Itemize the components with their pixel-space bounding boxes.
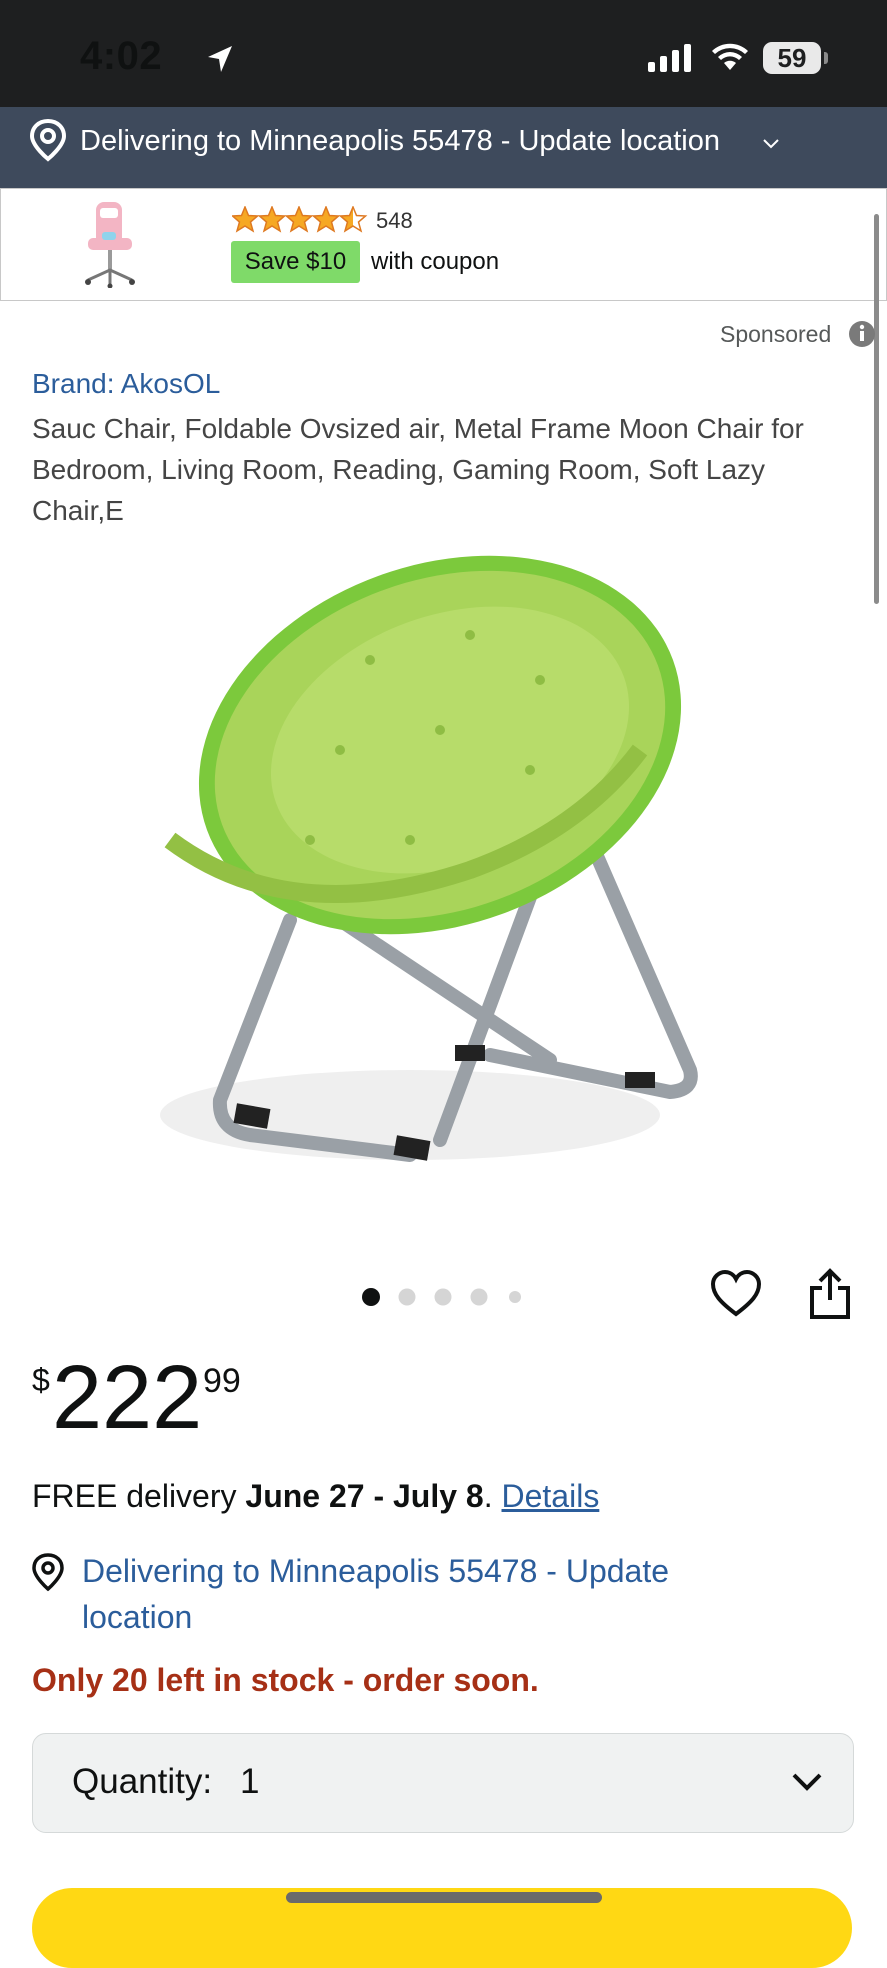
coupon-badge: Save $10: [231, 241, 360, 283]
delivery-dates: June 27 - July 8: [245, 1478, 484, 1514]
delivery-banner-text[interactable]: Delivering to Minneapolis 55478 - Update…: [80, 125, 720, 158]
delivery-prefix: FREE delivery: [32, 1478, 246, 1514]
quantity-label: Quantity:: [72, 1762, 213, 1801]
location-arrow-icon: [208, 46, 232, 72]
product-image[interactable]: [110, 540, 780, 1200]
stock-status: Only 20 left in stock - order soon.: [32, 1662, 539, 1698]
status-time: 4:02: [80, 34, 163, 78]
delivery-info: FREE delivery June 27 - July 8. Details: [32, 1478, 599, 1515]
brand-link[interactable]: Brand: AkosOL: [32, 368, 220, 400]
sponsored-label: Sponsored: [720, 321, 832, 347]
info-icon[interactable]: [848, 320, 876, 348]
share-icon[interactable]: [808, 1268, 852, 1320]
location-pin-icon: [29, 118, 67, 162]
delivery-suffix: .: [483, 1478, 502, 1514]
price-whole: 222: [52, 1348, 203, 1448]
image-carousel-dots[interactable]: [362, 1285, 532, 1309]
chevron-down-icon: [763, 139, 779, 149]
battery-tip: [824, 52, 828, 64]
heart-icon[interactable]: [710, 1270, 762, 1318]
scrollbar[interactable]: [874, 214, 879, 604]
delivery-location-link[interactable]: Delivering to Minneapolis 55478 - Update…: [82, 1548, 782, 1640]
quantity-value[interactable]: 1: [240, 1762, 259, 1802]
chevron-down-icon: [792, 1773, 822, 1791]
details-link[interactable]: Details: [502, 1478, 600, 1514]
gaming-chair-thumbnail[interactable]: [80, 200, 142, 288]
product-title: Sauc Chair, Foldable Ovsized air, Metal …: [32, 413, 804, 526]
price-currency-symbol: $: [32, 1362, 50, 1398]
cellular-signal-icon: [648, 44, 691, 72]
home-indicator[interactable]: [286, 1892, 602, 1903]
review-count[interactable]: 548: [376, 208, 413, 234]
wifi-icon: [712, 43, 748, 70]
coupon-text: with coupon: [371, 248, 500, 275]
price-fraction: 99: [203, 1362, 241, 1400]
location-pin-icon: [32, 1553, 64, 1592]
battery-indicator: 59: [763, 42, 821, 74]
star-rating: [232, 206, 368, 233]
